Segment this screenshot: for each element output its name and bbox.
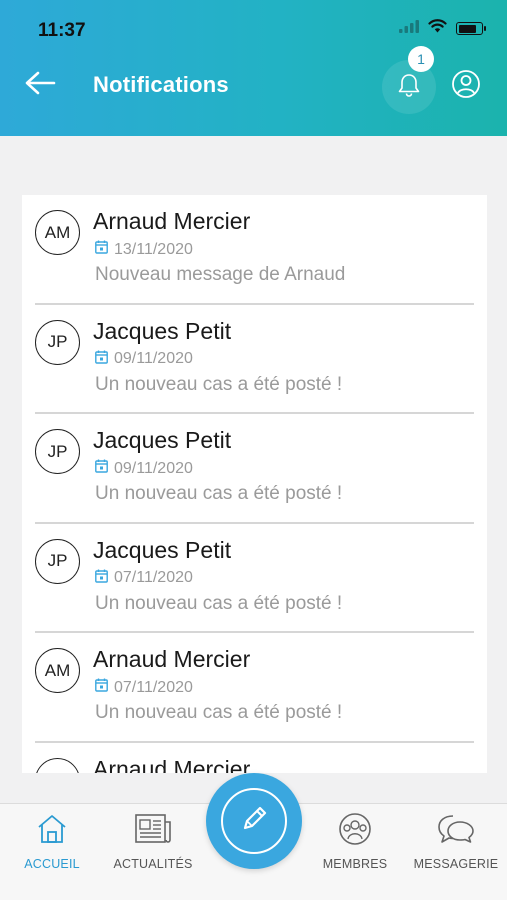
signal-icon bbox=[399, 19, 419, 38]
avatar: AM bbox=[35, 757, 80, 773]
notification-date-text: 07/11/2020 bbox=[114, 569, 193, 586]
notification-message: Un nouveau cas a été posté ! bbox=[95, 702, 343, 723]
pencil-icon bbox=[237, 802, 271, 841]
notification-sender: Jacques Petit bbox=[93, 427, 232, 453]
battery-level bbox=[458, 24, 477, 33]
notification-count-badge: 1 bbox=[408, 46, 434, 72]
notification-date: 09/11/2020 bbox=[95, 459, 193, 478]
notification-date-text: 07/11/2020 bbox=[114, 678, 193, 696]
nav-messagerie[interactable]: MESSAGERIE bbox=[406, 812, 506, 871]
nav-label: MESSAGERIE bbox=[413, 857, 499, 871]
notification-date: 07/11/2020 bbox=[95, 569, 193, 588]
avatar: JP bbox=[35, 319, 80, 365]
notification-message: Un nouveau cas a été posté ! bbox=[95, 373, 343, 395]
home-icon bbox=[35, 812, 69, 851]
avatar-initials: JP bbox=[47, 551, 68, 570]
notification-message: Un nouveau cas a été posté ! bbox=[95, 592, 343, 614]
wifi-icon bbox=[428, 19, 447, 38]
nav-membres[interactable]: MEMBRES bbox=[305, 812, 405, 871]
notification-date-text: 09/11/2020 bbox=[114, 459, 193, 477]
notification-message: Un nouveau cas a été posté ! bbox=[95, 483, 343, 504]
calendar-icon bbox=[95, 678, 108, 697]
notification-date-text: 09/11/2020 bbox=[114, 350, 193, 367]
notification-date-text: 13/11/2020 bbox=[114, 240, 193, 258]
avatar: JP bbox=[35, 429, 80, 474]
calendar-icon bbox=[95, 350, 108, 369]
notification-sender: Arnaud Mercier bbox=[93, 646, 251, 672]
notification-sender: Jacques Petit bbox=[93, 317, 232, 344]
notification-item[interactable]: JP Jacques Petit 09/11/2020 Un nouveau c… bbox=[22, 414, 487, 524]
notification-item[interactable]: JP Jacques Petit 09/11/2020 Un nouveau c… bbox=[22, 305, 487, 414]
avatar-initials: AM bbox=[44, 660, 71, 680]
avatar: AM bbox=[35, 210, 80, 255]
avatar-initials: JP bbox=[47, 441, 68, 461]
calendar-icon bbox=[95, 459, 108, 478]
avatar: AM bbox=[35, 648, 80, 693]
members-icon bbox=[337, 812, 373, 851]
chat-icon bbox=[436, 812, 476, 851]
status-icons bbox=[399, 19, 486, 38]
notification-date: 07/11/2020 bbox=[95, 678, 193, 697]
notification-sender: Arnaud Mercier bbox=[93, 755, 251, 774]
calendar-icon bbox=[95, 569, 108, 588]
bell-icon bbox=[397, 72, 421, 103]
notification-item[interactable]: AM Arnaud Mercier bbox=[22, 743, 487, 774]
app-header: 11:37 Notifications bbox=[0, 0, 507, 136]
notification-message: Nouveau message de Arnaud bbox=[95, 264, 346, 285]
notification-item[interactable]: AM Arnaud Mercier 07/11/2020 Un nouveau … bbox=[22, 633, 487, 743]
battery-icon bbox=[456, 22, 486, 35]
compose-ring bbox=[221, 788, 287, 854]
nav-label: ACTUALITÉS bbox=[113, 857, 193, 871]
avatar-initials: JP bbox=[47, 332, 68, 351]
notification-sender: Arnaud Mercier bbox=[93, 208, 251, 234]
newspaper-icon bbox=[133, 812, 173, 851]
page-title: Notifications bbox=[93, 72, 229, 97]
notification-item[interactable]: AM Arnaud Mercier 13/11/2020 Nouveau mes… bbox=[22, 195, 487, 305]
calendar-icon bbox=[95, 240, 108, 259]
avatar-initials: AM bbox=[45, 770, 71, 773]
nav-accueil[interactable]: ACCUEIL bbox=[2, 812, 102, 871]
notification-list: AM Arnaud Mercier 13/11/2020 Nouveau mes… bbox=[22, 195, 487, 773]
status-time: 11:37 bbox=[38, 20, 86, 41]
nav-label: ACCUEIL bbox=[24, 857, 80, 871]
arrow-left-icon bbox=[24, 70, 56, 101]
avatar: JP bbox=[35, 538, 80, 584]
notification-date: 13/11/2020 bbox=[95, 240, 193, 259]
nav-actualites[interactable]: ACTUALITÉS bbox=[103, 812, 203, 871]
notification-item[interactable]: JP Jacques Petit 07/11/2020 Un nouveau c… bbox=[22, 524, 487, 633]
nav-label: MEMBRES bbox=[322, 857, 388, 871]
notification-date: 09/11/2020 bbox=[95, 350, 193, 369]
compose-button[interactable] bbox=[206, 773, 302, 869]
back-button[interactable] bbox=[24, 70, 56, 100]
profile-button[interactable] bbox=[450, 69, 482, 104]
notification-sender: Jacques Petit bbox=[93, 536, 232, 563]
avatar-initials: AM bbox=[44, 222, 71, 242]
user-circle-icon bbox=[451, 69, 481, 104]
